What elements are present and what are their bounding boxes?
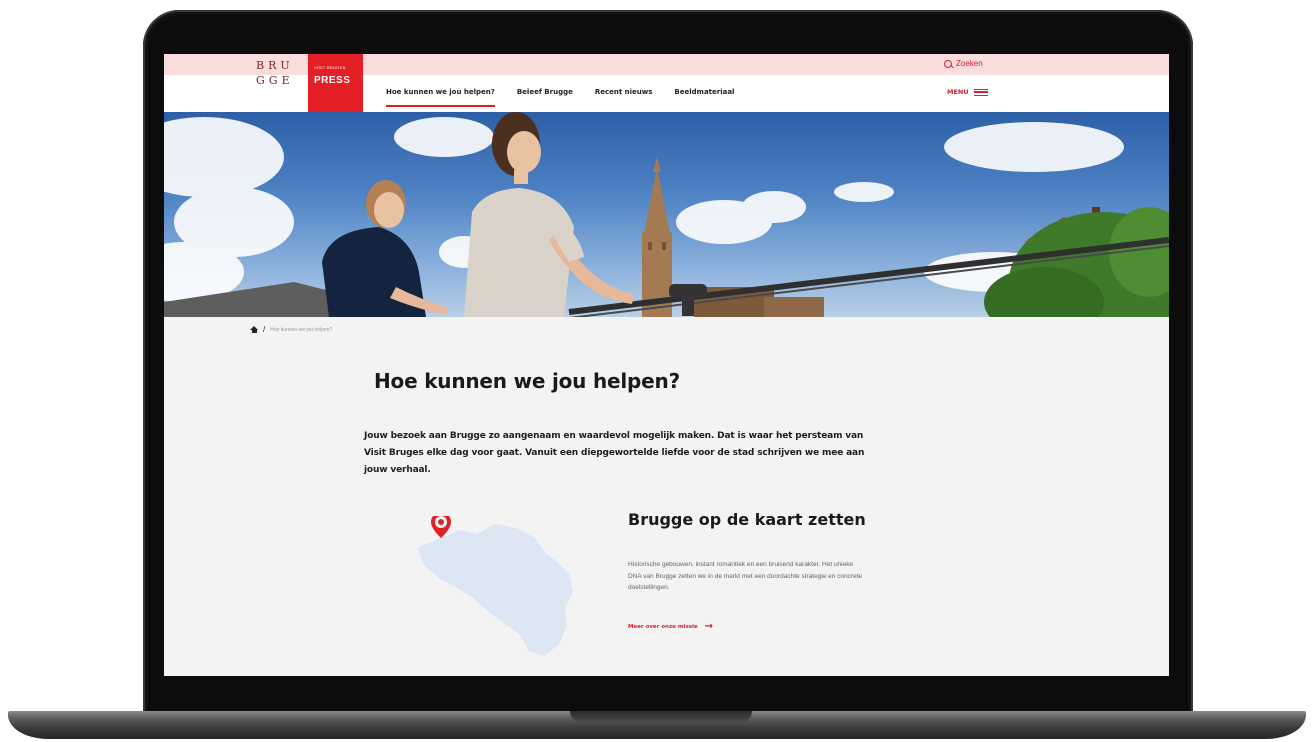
menu-button[interactable]: MENU <box>947 88 988 96</box>
home-icon[interactable] <box>250 326 258 333</box>
logo-line-2: GGE <box>256 74 294 87</box>
breadcrumb-current: Hoe kunnen we jou helpen? <box>270 326 333 333</box>
card-text: Historische gebouwen, instant romantiek … <box>628 561 863 591</box>
belgium-map <box>417 516 573 656</box>
brugge-logo[interactable]: BRU GGE <box>256 58 312 104</box>
search-label: Zoeken <box>956 59 983 68</box>
primary-nav: Hoe kunnen we jou helpen? Beleef Brugge … <box>386 88 734 107</box>
search-icon <box>944 59 952 68</box>
search-link[interactable]: Zoeken <box>944 59 983 68</box>
map-pin-icon <box>431 516 451 538</box>
hero-image <box>164 112 1169 317</box>
page-title: Hoe kunnen we jou helpen? <box>374 369 680 393</box>
nav-item-help[interactable]: Hoe kunnen we jou helpen? <box>386 88 495 107</box>
nav-item-recent-nieuws[interactable]: Recent nieuws <box>595 88 653 96</box>
breadcrumb: / Hoe kunnen we jou helpen? <box>250 325 332 334</box>
browser-screen: Zoeken BRU GGE VISIT BRUGES PRESS Hoe ku… <box>164 54 1169 676</box>
press-badge[interactable]: VISIT BRUGES PRESS <box>308 54 363 112</box>
nav-item-beeldmateriaal[interactable]: Beeldmateriaal <box>674 88 734 96</box>
hero-scene <box>164 112 1169 317</box>
logo-line-1: BRU <box>256 59 294 72</box>
mission-link-label: Meer over onze missie <box>628 624 698 630</box>
breadcrumb-separator: / <box>263 325 266 334</box>
badge-press-text: PRESS <box>314 75 351 86</box>
arrow-right-icon: → <box>704 621 713 632</box>
mission-link[interactable]: Meer over onze missie → <box>628 621 713 632</box>
laptop-notch <box>570 711 752 723</box>
menu-label: MENU <box>947 88 969 96</box>
card-title: Brugge op de kaart zetten <box>628 510 866 529</box>
hamburger-icon <box>973 88 988 96</box>
belgium-shape <box>417 524 573 656</box>
intro-text: Jouw bezoek aan Brugge zo aangenaam en w… <box>364 431 865 475</box>
badge-small-text: VISIT BRUGES <box>314 65 346 70</box>
nav-item-beleef-brugge[interactable]: Beleef Brugge <box>517 88 573 96</box>
